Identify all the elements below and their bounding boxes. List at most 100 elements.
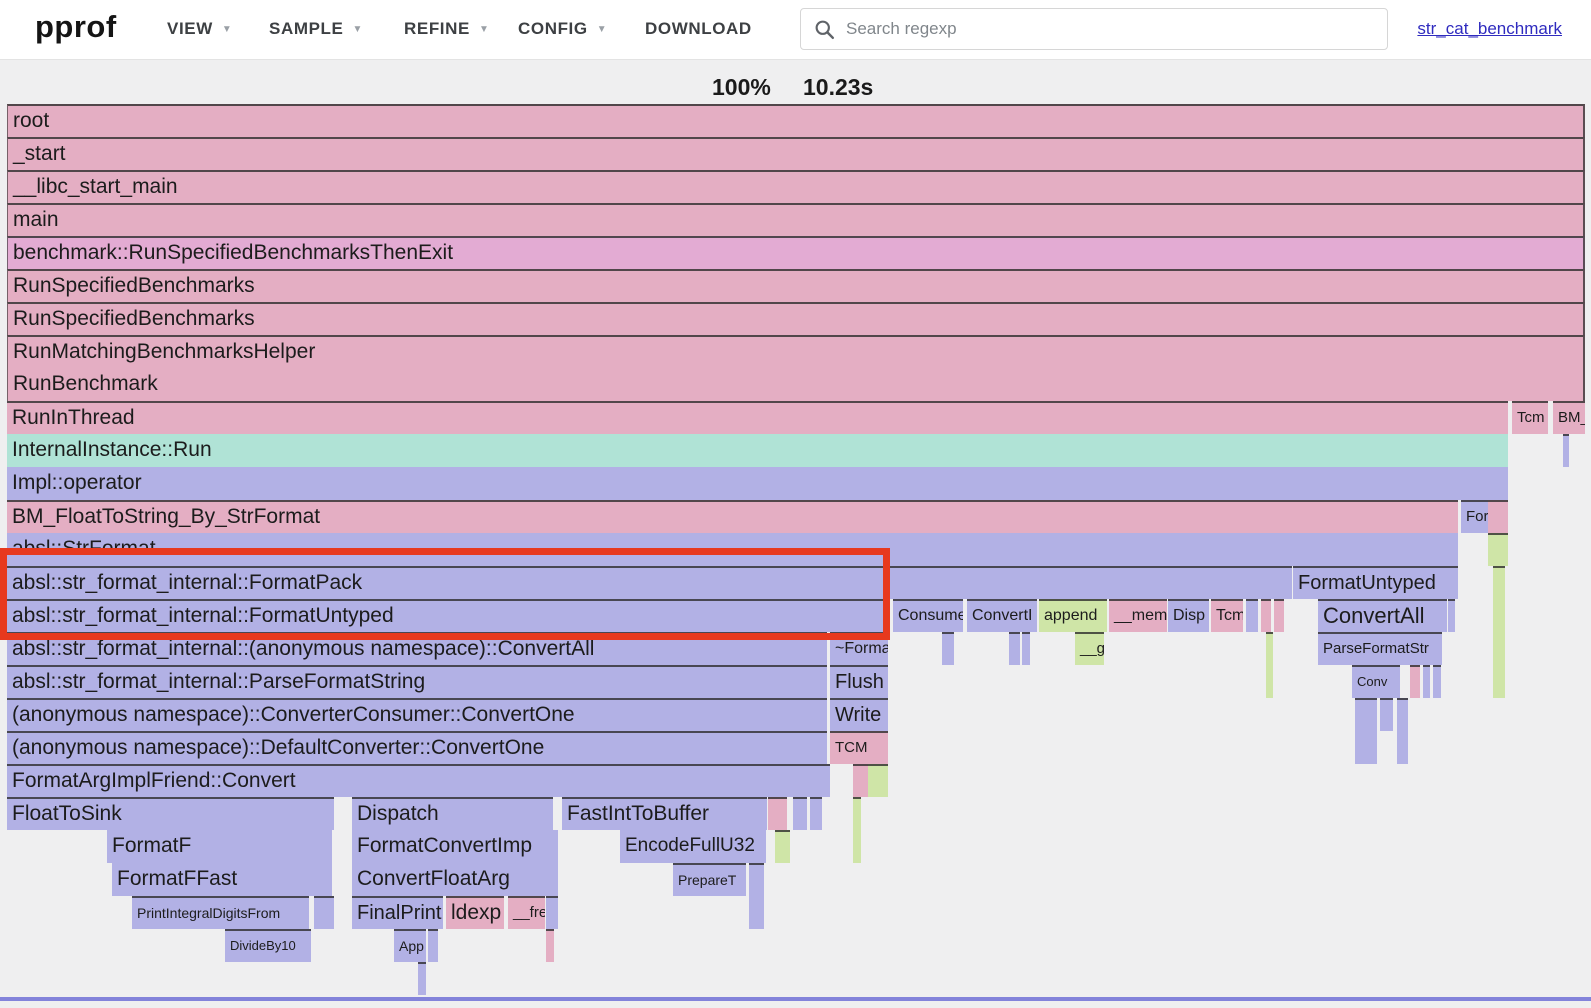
flame-box-preparet[interactable]: PrepareT xyxy=(673,863,746,896)
flame-box-consume[interactable]: Consume xyxy=(893,599,963,632)
flame-box-runmatchingbenchmarkshelper[interactable]: RunMatchingBenchmarksHelper xyxy=(7,335,1585,368)
menu-refine[interactable]: REFINE▼ xyxy=(404,19,489,39)
flame-box-fastinttobuffer[interactable]: FastIntToBuffer xyxy=(562,797,767,830)
flame-box-frame[interactable] xyxy=(418,962,426,995)
flame-box-bm-floattostring-by-strformat[interactable]: BM_FloatToString_By_StrFormat xyxy=(7,500,1458,533)
flame-box-convertall[interactable]: ConvertAll xyxy=(1318,599,1447,632)
flame-box-frame[interactable] xyxy=(1493,665,1505,698)
flame-box-dispatch[interactable]: Dispatch xyxy=(352,797,553,830)
flame-box-mem[interactable]: __mem xyxy=(1109,599,1167,632)
flame-box-frame[interactable] xyxy=(1022,632,1030,665)
flame-box-frame[interactable] xyxy=(1448,599,1455,632)
flame-box-write[interactable]: Write xyxy=(830,698,888,731)
flame-box-frame[interactable] xyxy=(1493,632,1505,665)
flame-box-frame[interactable] xyxy=(942,632,954,665)
flame-box-frame[interactable] xyxy=(1009,632,1020,665)
flame-box-frame[interactable] xyxy=(1355,731,1377,764)
flame-box-frame[interactable] xyxy=(793,797,807,830)
flame-box-frame[interactable] xyxy=(868,764,888,797)
menu-sample[interactable]: SAMPLE▼ xyxy=(269,19,363,39)
flame-box-bm[interactable]: BM_ xyxy=(1553,401,1585,434)
flame-box-anonymous-namespace-converterconsumer-convertone[interactable]: (anonymous namespace)::ConverterConsumer… xyxy=(7,698,827,731)
flame-box-root[interactable]: root xyxy=(7,104,1585,137)
flame-box-frame[interactable] xyxy=(1410,665,1420,698)
flame-box-frame[interactable] xyxy=(1563,434,1569,467)
flame-box-g[interactable]: __g xyxy=(1075,632,1104,665)
flame-box-absl-str-format-internal-formatuntyped[interactable]: absl::str_format_internal::FormatUntyped xyxy=(7,599,887,632)
flame-box-frame[interactable] xyxy=(853,830,861,863)
search-box[interactable] xyxy=(800,8,1388,50)
flame-box-frame[interactable] xyxy=(1380,698,1393,731)
flame-box-absl-str-format-internal-anonymous-namespace-convertall[interactable]: absl::str_format_internal::(anonymous na… xyxy=(7,632,827,665)
flame-box-formatf[interactable]: FormatF xyxy=(107,830,332,863)
flame-box-encodefullu32[interactable]: EncodeFullU32 xyxy=(620,830,766,863)
flame-box-absl-str-format-internal-formatpack[interactable]: absl::str_format_internal::FormatPack xyxy=(7,566,1292,599)
flame-box-forma[interactable]: ~Forma xyxy=(830,632,888,665)
menu-config[interactable]: CONFIG▼ xyxy=(518,19,607,39)
flame-box-formatargimplfriend-convert[interactable]: FormatArgImplFriend::Convert xyxy=(7,764,830,797)
flame-box-libc-start-main[interactable]: __libc_start_main xyxy=(7,170,1585,203)
flame-box-frame[interactable] xyxy=(1261,599,1271,632)
flame-box-ldexp[interactable]: ldexp xyxy=(446,896,504,929)
flame-box-impl-operator[interactable]: Impl::operator xyxy=(7,467,1508,500)
flame-box-frame[interactable] xyxy=(749,896,764,929)
flame-box-convertfloatarg[interactable]: ConvertFloatArg xyxy=(352,863,558,896)
flame-box-frame[interactable] xyxy=(1266,665,1273,698)
flame-box-frame[interactable] xyxy=(1493,599,1505,632)
flame-box-append[interactable]: append xyxy=(1039,599,1107,632)
flame-box-formatconvertimp[interactable]: FormatConvertImp xyxy=(352,830,558,863)
flame-box-internalinstance-run[interactable]: InternalInstance::Run xyxy=(7,434,1508,467)
flame-box-frame[interactable] xyxy=(1355,698,1377,731)
flame-box-converti[interactable]: ConvertI xyxy=(967,599,1037,632)
flame-box-frame[interactable] xyxy=(1488,533,1508,566)
flame-box-tcm[interactable]: TCM xyxy=(830,731,868,764)
flame-box-frame[interactable] xyxy=(810,797,822,830)
flame-box-formatffast[interactable]: FormatFFast xyxy=(112,863,332,896)
flame-box-printintegraldigitsfrom[interactable]: PrintIntegralDigitsFrom xyxy=(132,896,309,929)
flame-box-parseformatstr[interactable]: ParseFormatStr xyxy=(1318,632,1442,665)
flame-box-frame[interactable] xyxy=(1266,632,1273,665)
flame-box-frame[interactable] xyxy=(775,830,790,863)
flame-box-frame[interactable] xyxy=(314,896,334,929)
flame-box-finalprint[interactable]: FinalPrint xyxy=(352,896,443,929)
flame-box-frame[interactable] xyxy=(853,797,861,830)
flame-box-frame[interactable] xyxy=(1488,500,1508,533)
flame-box-tcm[interactable]: Tcm xyxy=(1211,599,1243,632)
flame-box-absl-str-format-internal-parseformatstring[interactable]: absl::str_format_internal::ParseFormatSt… xyxy=(7,665,827,698)
flame-box-disp[interactable]: Disp xyxy=(1168,599,1209,632)
flame-box-frame[interactable] xyxy=(546,929,554,962)
flame-box-runinthread[interactable]: RunInThread xyxy=(7,401,1508,434)
flame-box-main[interactable]: main xyxy=(7,203,1585,236)
flame-box-frame[interactable] xyxy=(428,929,438,962)
flame-box-runspecifiedbenchmarks[interactable]: RunSpecifiedBenchmarks xyxy=(7,269,1585,302)
flame-box-frame[interactable] xyxy=(749,863,764,896)
flame-box-frame[interactable] xyxy=(1423,665,1430,698)
flame-box-app[interactable]: App xyxy=(394,929,426,962)
flame-box-floattosink[interactable]: FloatToSink xyxy=(7,797,334,830)
flame-box-frame[interactable] xyxy=(768,797,787,830)
flame-box-frame[interactable] xyxy=(853,764,868,797)
menu-download[interactable]: DOWNLOAD xyxy=(645,19,752,39)
flame-box-frame[interactable] xyxy=(868,731,888,764)
flame-box-formatuntyped[interactable]: FormatUntyped xyxy=(1293,566,1458,599)
flame-box-divideby10[interactable]: DivideBy10 xyxy=(225,929,311,962)
flame-box-start[interactable]: _start xyxy=(7,137,1585,170)
flame-box-fre[interactable]: __fre xyxy=(508,896,545,929)
flame-box-frame[interactable] xyxy=(1493,566,1505,599)
flame-box-frame[interactable] xyxy=(546,896,558,929)
search-input[interactable] xyxy=(846,19,1366,39)
flame-box-frame[interactable] xyxy=(1246,599,1258,632)
flame-box-for[interactable]: For xyxy=(1461,500,1488,533)
flame-box-frame[interactable] xyxy=(1433,665,1441,698)
flame-box-flush[interactable]: Flush xyxy=(830,665,888,698)
flame-box-benchmark-runspecifiedbenchmarksthenexit[interactable]: benchmark::RunSpecifiedBenchmarksThenExi… xyxy=(7,236,1585,269)
flame-box-frame[interactable] xyxy=(1274,599,1284,632)
flame-box-tcm[interactable]: Tcm xyxy=(1512,401,1548,434)
flame-box-conv[interactable]: Conv xyxy=(1352,665,1400,698)
flame-box-absl-strformat[interactable]: absl::StrFormat xyxy=(7,533,1458,566)
flame-box-frame[interactable] xyxy=(1397,731,1408,764)
flame-box-frame[interactable] xyxy=(1397,698,1408,731)
menu-view[interactable]: VIEW▼ xyxy=(167,19,232,39)
flame-box-anonymous-namespace-defaultconverter-convertone[interactable]: (anonymous namespace)::DefaultConverter:… xyxy=(7,731,827,764)
flame-box-runbenchmark[interactable]: RunBenchmark xyxy=(7,368,1585,401)
